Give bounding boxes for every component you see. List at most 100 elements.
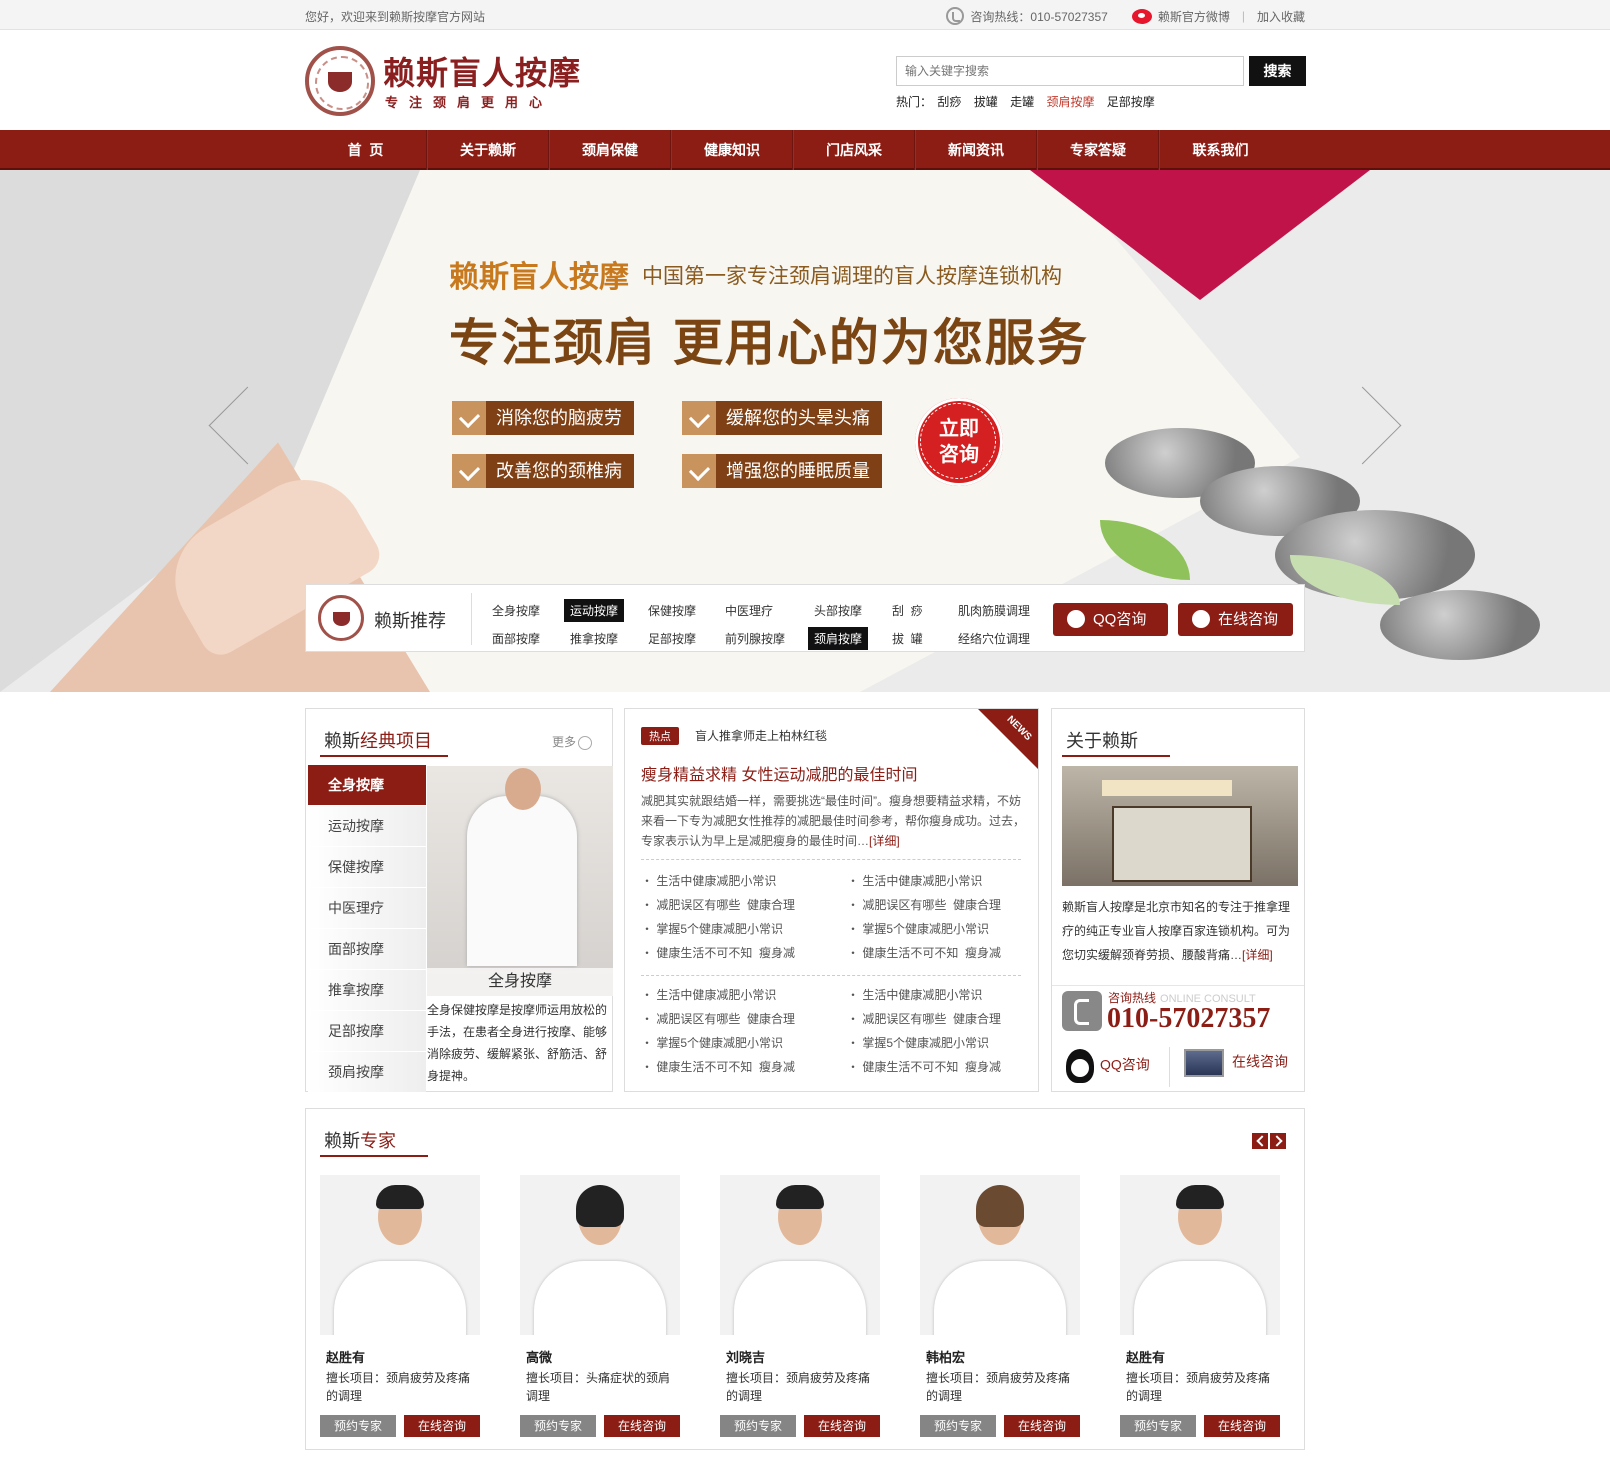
project-menu-item[interactable]: 保健按摩 <box>308 847 426 888</box>
news-item[interactable]: ・ 健康生活不可不知 瘦身减 <box>847 941 1001 965</box>
expert-name[interactable]: 高微 <box>526 1347 552 1366</box>
recommend-tag[interactable]: 足部按摩 <box>642 627 702 650</box>
project-menu-item[interactable]: 推拿按摩 <box>308 970 426 1011</box>
project-menu-item[interactable]: 全身按摩 <box>308 765 426 806</box>
hot-keyword[interactable]: 颈肩按摩 <box>1046 95 1094 109</box>
book-expert-button[interactable]: 预约专家 <box>920 1415 996 1437</box>
search-button[interactable]: 搜索 <box>1249 56 1306 86</box>
expert-name[interactable]: 赵胜有 <box>326 1347 365 1366</box>
nav-item-home[interactable]: 首 页 <box>305 130 427 170</box>
divider <box>641 859 1021 860</box>
recommend-tag[interactable]: 中医理疗 <box>719 599 779 622</box>
qq-consult-button[interactable]: QQ咨询 <box>1053 603 1168 636</box>
recommend-tag[interactable]: 头部按摩 <box>808 599 868 622</box>
news-item[interactable]: ・ 减肥误区有哪些 健康合理 <box>641 893 795 917</box>
nav-item-stores[interactable]: 门店风采 <box>793 130 915 170</box>
banner-next-arrow-icon[interactable] <box>1360 380 1410 470</box>
book-expert-button[interactable]: 预约专家 <box>320 1415 396 1437</box>
banner-prev-arrow-icon[interactable] <box>200 380 250 470</box>
online-consult-button[interactable]: 在线咨询 <box>804 1415 880 1437</box>
prev-arrow-icon[interactable] <box>1252 1133 1268 1149</box>
project-menu-item[interactable]: 运动按摩 <box>308 806 426 847</box>
store-photo[interactable] <box>1062 766 1298 886</box>
project-image[interactable]: 全身按摩 <box>427 766 613 996</box>
news-headline[interactable]: 瘦身精益求精 女性运动减肥的最佳时间 <box>641 761 917 785</box>
news-item[interactable]: ・ 健康生活不可不知 瘦身减 <box>847 1055 1001 1079</box>
news-item-text: 健康生活不可不知 瘦身减 <box>862 1060 1002 1074</box>
news-item[interactable]: ・ 生活中健康减肥小常识 <box>847 983 982 1007</box>
weibo-link[interactable]: 赖斯官方微博 <box>1158 8 1230 25</box>
more-link[interactable]: 更多 <box>552 733 592 750</box>
news-item[interactable]: ・ 减肥误区有哪些 健康合理 <box>641 1007 795 1031</box>
news-item[interactable]: ・ 减肥误区有哪些 健康合理 <box>847 1007 1001 1031</box>
welcome-text: 您好，欢迎来到赖斯按摩官方网站 <box>305 10 486 24</box>
recommend-tag[interactable]: 肌肉筋膜调理 <box>952 599 1036 622</box>
hot-news-link[interactable]: 盲人推拿师走上柏林红毯 <box>695 727 827 744</box>
news-item[interactable]: ・ 生活中健康减肥小常识 <box>847 869 982 893</box>
expert-name[interactable]: 赵胜有 <box>1126 1347 1165 1366</box>
book-expert-button[interactable]: 预约专家 <box>1120 1415 1196 1437</box>
book-expert-button[interactable]: 预约专家 <box>520 1415 596 1437</box>
nav-item-qa[interactable]: 专家答疑 <box>1037 130 1159 170</box>
hot-keyword[interactable]: 刮痧 <box>937 95 961 109</box>
nav-item-news[interactable]: 新闻资讯 <box>915 130 1037 170</box>
benefit-label: 增强您的睡眠质量 <box>726 461 870 481</box>
online-consult-link[interactable]: 在线咨询 <box>1184 1049 1288 1077</box>
news-item[interactable]: ・ 减肥误区有哪些 健康合理 <box>847 893 1001 917</box>
add-favorite-link[interactable]: 加入收藏 <box>1257 8 1305 25</box>
recommend-tag[interactable]: 保健按摩 <box>642 599 702 622</box>
recommend-tag[interactable]: 全身按摩 <box>486 599 546 622</box>
project-menu-item[interactable]: 中医理疗 <box>308 888 426 929</box>
book-expert-button[interactable]: 预约专家 <box>720 1415 796 1437</box>
hot-keyword[interactable]: 走罐 <box>1010 95 1034 109</box>
expert-photo[interactable] <box>720 1175 880 1335</box>
online-consult-button[interactable]: 在线咨询 <box>1204 1415 1280 1437</box>
recommend-tag[interactable]: 推拿按摩 <box>564 627 624 650</box>
news-item[interactable]: ・ 健康生活不可不知 瘦身减 <box>641 941 795 965</box>
news-item[interactable]: ・ 掌握5个健康减肥小常识 <box>641 917 783 941</box>
benefit-item: 缓解您的头晕头痛 <box>682 401 882 435</box>
online-consult-button[interactable]: 在线咨询 <box>1004 1415 1080 1437</box>
project-menu-item[interactable]: 足部按摩 <box>308 1011 426 1052</box>
hot-keyword[interactable]: 拔罐 <box>974 95 998 109</box>
expert-name[interactable]: 韩柏宏 <box>926 1347 965 1366</box>
nav-item-knowledge[interactable]: 健康知识 <box>671 130 793 170</box>
online-consult-button[interactable]: 在线咨询 <box>1178 603 1293 636</box>
expert-photo[interactable] <box>920 1175 1080 1335</box>
hot-keyword[interactable]: 足部按摩 <box>1107 95 1155 109</box>
recommend-tag[interactable]: 颈肩按摩 <box>808 627 869 650</box>
news-item[interactable]: ・ 掌握5个健康减肥小常识 <box>847 917 989 941</box>
recommend-tag[interactable]: 运动按摩 <box>564 599 625 622</box>
news-item-text: 健康生活不可不知 瘦身减 <box>862 946 1002 960</box>
news-item[interactable]: ・ 生活中健康减肥小常识 <box>641 869 776 893</box>
recommend-tag[interactable]: 经络穴位调理 <box>952 627 1036 650</box>
coat <box>734 1261 866 1335</box>
expert-photo[interactable] <box>1120 1175 1280 1335</box>
nav-item-care[interactable]: 颈肩保健 <box>549 130 671 170</box>
online-consult-button[interactable]: 在线咨询 <box>604 1415 680 1437</box>
recommend-tag[interactable]: 面部按摩 <box>486 627 546 650</box>
logo[interactable]: 赖斯盲人按摩 专注颈肩更用心 <box>305 46 595 116</box>
expert-photo[interactable] <box>320 1175 480 1335</box>
news-item[interactable]: ・ 掌握5个健康减肥小常识 <box>641 1031 783 1055</box>
project-menu-item[interactable]: 颈肩按摩 <box>308 1052 426 1093</box>
recommend-tag[interactable]: 刮 痧 <box>886 599 929 622</box>
news-item[interactable]: ・ 生活中健康减肥小常识 <box>641 983 776 1007</box>
project-menu-item[interactable]: 面部按摩 <box>308 929 426 970</box>
consult-now-button[interactable]: 立即 咨询 <box>915 398 1003 486</box>
nav-item-about[interactable]: 关于赖斯 <box>427 130 549 170</box>
weibo-icon[interactable] <box>1131 8 1152 24</box>
recommend-tag[interactable]: 拔 罐 <box>886 627 929 650</box>
nav-item-contact[interactable]: 联系我们 <box>1159 130 1281 170</box>
detail-link[interactable]: [详细] <box>869 834 900 848</box>
qq-consult-link[interactable]: QQ咨询 <box>1066 1049 1150 1083</box>
next-arrow-icon[interactable] <box>1270 1133 1286 1149</box>
expert-photo[interactable] <box>520 1175 680 1335</box>
recommend-tag[interactable]: 前列腺按摩 <box>719 627 791 650</box>
news-item[interactable]: ・ 健康生活不可不知 瘦身减 <box>641 1055 795 1079</box>
news-item[interactable]: ・ 掌握5个健康减肥小常识 <box>847 1031 989 1055</box>
online-consult-button[interactable]: 在线咨询 <box>404 1415 480 1437</box>
expert-name[interactable]: 刘晓吉 <box>726 1347 765 1366</box>
search-input[interactable] <box>896 56 1244 86</box>
detail-link[interactable]: [详细] <box>1242 948 1273 962</box>
